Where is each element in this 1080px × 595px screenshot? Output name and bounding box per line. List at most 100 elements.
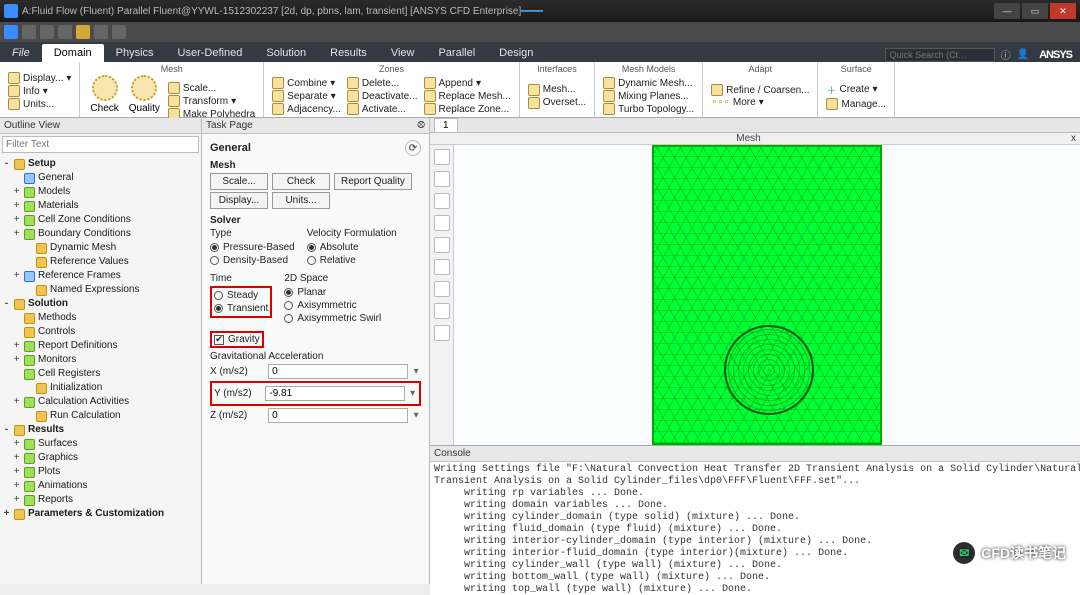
tree-node[interactable]: -Solution [0,297,201,311]
fit-icon[interactable] [434,149,450,165]
tree-node[interactable]: Dynamic Mesh [0,241,201,255]
rotate-icon[interactable] [434,215,450,231]
tab-solution[interactable]: Solution [254,44,318,62]
ruler-icon[interactable] [434,281,450,297]
scale-button[interactable]: Scale... [166,82,257,94]
tree-node[interactable]: +Boundary Conditions [0,227,201,241]
tree-node[interactable]: +Reference Frames [0,269,201,283]
minimize-button[interactable]: — [994,3,1020,19]
axiswirl-radio[interactable]: Axisymmetric Swirl [284,312,381,325]
grav-y-field[interactable]: Y (m/s2)▾ [214,386,417,401]
tree-node[interactable]: Reference Values [0,255,201,269]
axisymmetric-radio[interactable]: Axisymmetric [284,299,381,312]
close-button[interactable]: ✕ [1050,3,1076,19]
gravity-checkbox[interactable]: ✔Gravity [214,334,260,345]
tab-parallel[interactable]: Parallel [426,44,487,62]
density-based-radio[interactable]: Density-Based [210,254,295,267]
tree-node[interactable]: +Models [0,185,201,199]
dynamic-mesh-button[interactable]: Dynamic Mesh... [601,77,696,89]
mixing-planes-button[interactable]: Mixing Planes... [601,90,696,102]
create-surface-button[interactable]: ＋Create▾ [824,82,887,97]
combine-button[interactable]: Combine▾ [270,77,343,89]
grav-x-field[interactable]: X (m/s2)▾ [210,364,421,379]
maximize-button[interactable]: ▭ [1022,3,1048,19]
tree-node[interactable]: Initialization [0,381,201,395]
tree-node[interactable]: +Report Definitions [0,339,201,353]
replace-zone-button[interactable]: Replace Zone... [422,103,513,115]
steady-radio[interactable]: Steady [214,289,268,302]
tab-domain[interactable]: Domain [42,44,104,62]
tree-node[interactable]: +Plots [0,465,201,479]
activate-button[interactable]: Activate... [345,103,420,115]
tree-node[interactable]: -Results [0,423,201,437]
planar-radio[interactable]: Planar [284,286,381,299]
close-icon[interactable]: x [1067,133,1080,144]
qa-icon[interactable] [94,25,108,39]
console-output[interactable]: Writing Settings file "F:\Natural Convec… [430,462,1080,595]
delete-button[interactable]: Delete... [345,77,420,89]
tree-node[interactable]: General [0,171,201,185]
user-icon[interactable]: 👤 [1017,49,1029,60]
info-button[interactable]: Info▾ [6,85,73,97]
replace-mesh-button[interactable]: Replace Mesh... [422,90,513,102]
qa-icon[interactable] [40,25,54,39]
tree-node[interactable]: Controls [0,325,201,339]
scale-button[interactable]: Scale... [210,173,268,190]
pressure-based-radio[interactable]: Pressure-Based [210,241,295,254]
qa-icon[interactable] [112,25,126,39]
tree-node[interactable]: +Monitors [0,353,201,367]
tree-node[interactable]: +Animations [0,479,201,493]
tree-node[interactable]: +Parameters & Customization [0,507,201,521]
tree-node[interactable]: +Graphics [0,451,201,465]
absolute-radio[interactable]: Absolute [307,241,397,254]
help-icon[interactable]: ⓘ [1001,47,1011,62]
qa-icon[interactable] [22,25,36,39]
check-button[interactable]: Check [272,173,330,190]
tree-node[interactable]: Run Calculation [0,409,201,423]
outline-tree[interactable]: -SetupGeneral+Models+Materials+Cell Zone… [0,155,201,584]
report-quality-button[interactable]: Report Quality [334,173,412,190]
view-icon[interactable] [434,303,450,319]
transient-radio[interactable]: Transient [214,302,268,315]
probe-icon[interactable] [434,259,450,275]
tree-node[interactable]: Named Expressions [0,283,201,297]
select-icon[interactable] [434,237,450,253]
tree-node[interactable]: Methods [0,311,201,325]
tab-results[interactable]: Results [318,44,379,62]
relative-radio[interactable]: Relative [307,254,397,267]
mesh-viewport[interactable] [454,145,1080,445]
tree-node[interactable]: +Materials [0,199,201,213]
qa-icon[interactable] [76,25,90,39]
refine-button[interactable]: Refine / Coarsen... [709,84,811,96]
tab-design[interactable]: Design [487,44,545,62]
graphics-tab-1[interactable]: 1 [434,118,458,132]
deactivate-button[interactable]: Deactivate... [345,90,420,102]
adjacency-button[interactable]: Adjacency... [270,103,343,115]
display-button[interactable]: Display...▾ [6,72,73,84]
tree-node[interactable]: +Calculation Activities [0,395,201,409]
zoom-icon[interactable] [434,193,450,209]
quick-search-input[interactable] [885,48,995,62]
tab-user-defined[interactable]: User-Defined [166,44,255,62]
tab-file[interactable]: File [0,44,42,62]
tree-node[interactable]: +Reports [0,493,201,507]
tree-node[interactable]: Cell Registers [0,367,201,381]
turbo-topology-button[interactable]: Turbo Topology... [601,103,696,115]
separate-button[interactable]: Separate▾ [270,90,343,102]
display-button[interactable]: Display... [210,192,268,209]
adapt-more-button[interactable]: ∘∘∘More▾ [709,97,811,108]
overset-button[interactable]: Overset... [526,97,588,109]
outline-filter-input[interactable] [2,136,199,153]
transform-button[interactable]: Transform▾ [166,95,257,107]
grav-z-field[interactable]: Z (m/s2)▾ [210,408,421,423]
tree-node[interactable]: +Cell Zone Conditions [0,213,201,227]
tree-node[interactable]: -Setup [0,157,201,171]
task-collapse-icon[interactable]: ⮾ [417,120,425,131]
tree-node[interactable]: +Surfaces [0,437,201,451]
tab-view[interactable]: View [379,44,427,62]
copy-icon[interactable] [434,325,450,341]
append-button[interactable]: Append▾ [422,77,513,89]
tab-physics[interactable]: Physics [104,44,166,62]
qa-icon[interactable] [58,25,72,39]
mesh-interface-button[interactable]: Mesh... [526,84,588,96]
